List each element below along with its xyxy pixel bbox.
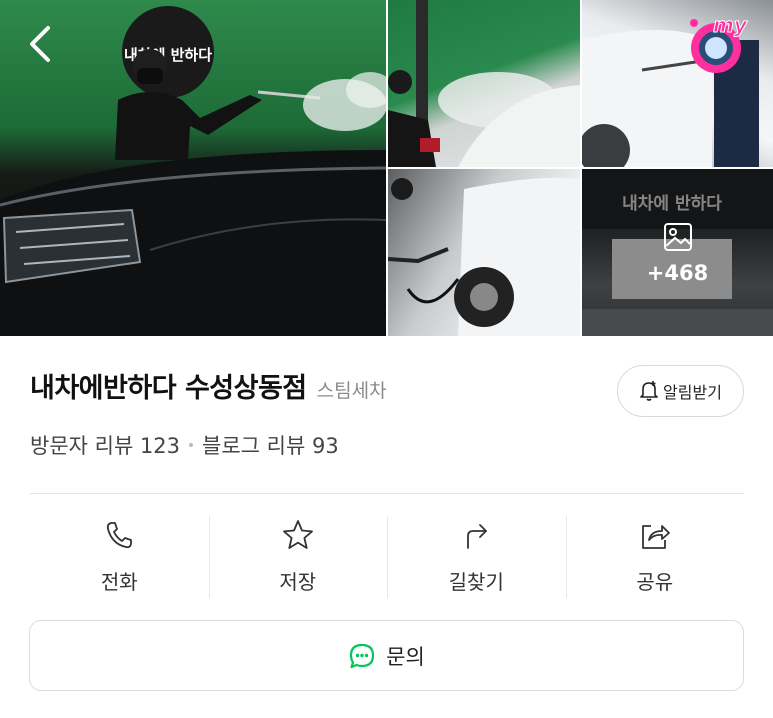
place-category[interactable]: 스팀세차 [317,376,387,403]
more-photos-count: +468 [646,260,709,285]
divider [30,493,744,494]
photo-2-scene [388,0,580,167]
call-button[interactable]: 전화 [30,508,209,606]
gallery-photo-2[interactable] [388,0,580,167]
directions-icon [467,524,488,549]
my-badge: my [690,13,748,73]
place-name: 내차에반하다 수성상동점 [30,373,307,404]
share-icon [641,525,670,549]
more-photos-button[interactable]: +468 [582,169,773,336]
gallery-photo-4[interactable] [388,169,580,336]
inquiry-button[interactable]: 문의 [29,620,744,691]
action-bar: 전화 저장 길찾기 공유 [30,508,744,606]
share-button[interactable]: 공유 [565,508,745,606]
save-button[interactable]: 저장 [208,508,388,606]
image-icon [663,222,692,251]
chat-bubble-icon [350,643,375,668]
phone-icon [107,522,133,549]
title-row: 내차에반하다 수성상동점 스팀세차 [30,366,387,405]
call-label: 전화 [100,570,138,594]
dot-separator [189,443,194,447]
bell-plus-icon [640,381,658,401]
star-icon [282,520,313,549]
visitor-reviews-link[interactable]: 방문자 리뷰 123 [30,430,180,460]
notify-button[interactable]: 알림받기 [617,365,744,417]
my-badge-text: my [713,13,748,37]
directions-label: 길찾기 [448,570,504,594]
photo-4-scene [388,177,580,336]
inquiry-label: 문의 [386,644,425,669]
directions-button[interactable]: 길찾기 [387,508,566,606]
share-label: 공유 [636,570,674,594]
photo-gallery: 내차에 반하다 내차에 반하다 +468 my [0,0,773,336]
back-button[interactable] [24,22,58,66]
blog-reviews-link[interactable]: 블로그 리뷰 93 [202,430,339,460]
notify-button-label: 알림받기 [663,383,722,402]
review-summary: 방문자 리뷰 123 블로그 리뷰 93 [30,430,339,460]
chevron-left-icon [30,26,50,62]
save-label: 저장 [279,570,317,594]
